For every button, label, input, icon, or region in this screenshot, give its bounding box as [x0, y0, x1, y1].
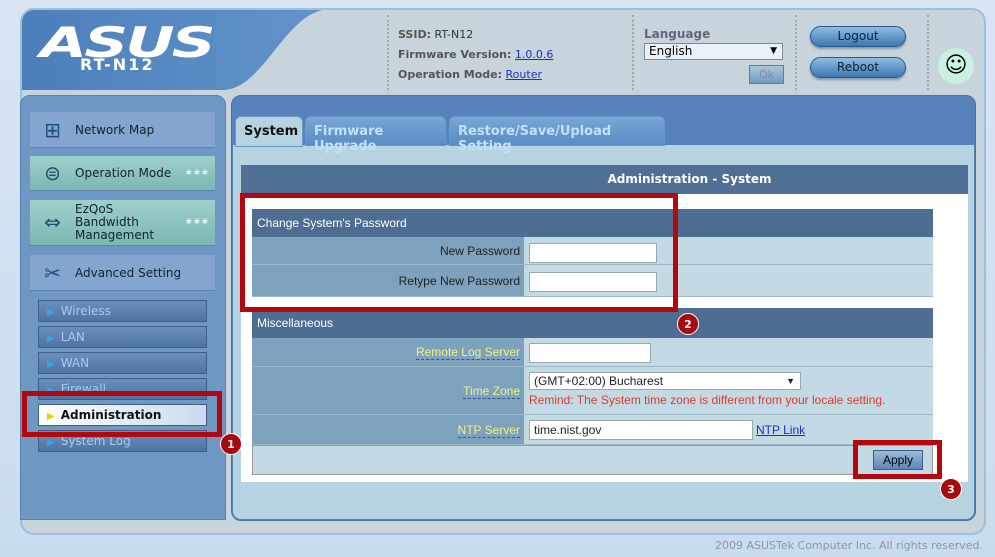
- language-select[interactable]: English ▼: [644, 43, 783, 60]
- copyright: 2009 ASUSTek Computer Inc. All rights re…: [715, 539, 983, 552]
- divider: [795, 15, 797, 90]
- page-title: Administration - System: [241, 165, 968, 194]
- time-zone-select[interactable]: (GMT+02:00) Bucharest ▼: [529, 372, 801, 390]
- sidebar-item-network-map[interactable]: ⊞ Network Map: [30, 112, 215, 148]
- divider: [387, 15, 389, 90]
- reboot-button[interactable]: Reboot: [810, 57, 906, 78]
- tab-system[interactable]: System: [235, 116, 303, 147]
- annotation-box-apply: [853, 440, 942, 479]
- label: Network Map: [75, 122, 155, 137]
- annotation-badge-3: 3: [940, 478, 962, 500]
- tab-restore-save-upload[interactable]: Restore/Save/Upload Setting: [449, 116, 665, 154]
- ntp-server-label: NTP Server: [252, 415, 524, 445]
- model-name: RT-N12: [80, 55, 155, 74]
- remote-log-label: Remote Log Server: [252, 338, 524, 367]
- mode-info: Operation Mode: Router: [398, 68, 542, 81]
- arrow-icon: ▶: [47, 437, 55, 448]
- avatar-icon: ☺: [938, 48, 974, 84]
- apply-row: [252, 445, 933, 475]
- divider: [927, 15, 929, 90]
- tools-icon: ✂: [44, 260, 61, 285]
- logout-button[interactable]: Logout: [810, 26, 906, 47]
- time-zone-reminder: Remind: The System time zone is differen…: [529, 393, 886, 407]
- annotation-box-password: [240, 193, 678, 312]
- annotation-box-administration: [22, 391, 222, 437]
- ok-button[interactable]: Ok: [749, 65, 784, 84]
- chevron-down-icon: ▼: [770, 46, 777, 56]
- sidebar-item-ezqos[interactable]: ⇔ EzQoS Bandwidth Management ★★★: [30, 200, 215, 246]
- arrow-icon: ▶: [47, 359, 55, 370]
- sidebar-item-operation-mode[interactable]: ⊜ Operation Mode ★★★: [30, 156, 215, 191]
- stars-icon: ★★★: [184, 168, 209, 178]
- remote-log-input[interactable]: [529, 343, 651, 363]
- annotation-badge-2: 2: [677, 313, 699, 335]
- mode-link[interactable]: Router: [506, 68, 542, 81]
- sidebar-sub-lan[interactable]: ▶ LAN: [38, 326, 207, 348]
- ssid-info: SSID: RT-N12: [398, 28, 474, 41]
- divider: [632, 15, 634, 90]
- tab-firmware-upgrade[interactable]: Firmware Upgrade: [305, 116, 446, 154]
- language-label: Language: [644, 27, 711, 41]
- sidebar-sub-wireless[interactable]: ▶ Wireless: [38, 300, 207, 322]
- ntp-server-input[interactable]: time.nist.gov: [529, 420, 753, 440]
- firmware-link[interactable]: 1.0.0.6: [515, 48, 553, 61]
- router-icon: ⊜: [44, 161, 61, 185]
- misc-section-header: Miscellaneous: [252, 308, 933, 338]
- bandwidth-icon: ⇔: [44, 210, 61, 234]
- arrow-icon: ▶: [47, 333, 55, 344]
- ntp-link[interactable]: NTP Link: [756, 423, 805, 437]
- label: Advanced Setting: [75, 265, 182, 280]
- arrow-icon: ▶: [47, 307, 55, 318]
- stars-icon: ★★★: [184, 217, 209, 227]
- sidebar-sub-wan[interactable]: ▶ WAN: [38, 352, 207, 374]
- annotation-badge-1: 1: [220, 433, 242, 455]
- network-map-icon: ⊞: [44, 117, 61, 142]
- time-zone-label: Time Zone: [252, 367, 524, 415]
- label: Operation Mode: [75, 166, 172, 180]
- label: EzQoS Bandwidth Management: [75, 202, 155, 242]
- firmware-info: Firmware Version: 1.0.0.6: [398, 48, 554, 61]
- chevron-down-icon: ▼: [786, 376, 795, 386]
- sidebar-item-advanced-setting[interactable]: ✂ Advanced Setting: [30, 255, 215, 291]
